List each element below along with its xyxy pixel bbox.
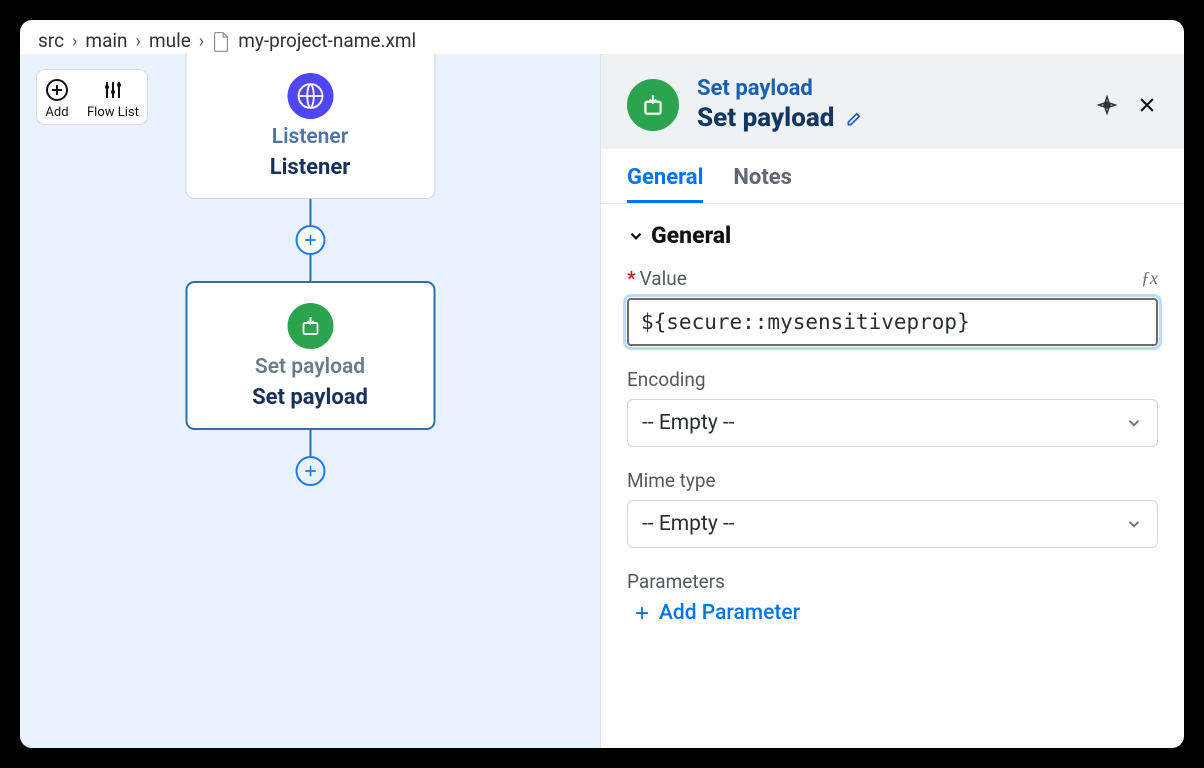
chevron-right-icon: › xyxy=(199,31,204,52)
xml-file-icon xyxy=(212,32,230,52)
chevron-down-icon xyxy=(627,227,645,245)
section-title: General xyxy=(651,222,731,249)
add-parameter-button[interactable]: Add Parameter xyxy=(627,601,1158,625)
breadcrumb-part[interactable]: mule xyxy=(149,29,191,52)
add-step-button[interactable] xyxy=(295,225,325,255)
panel-titles: Set payload Set payload xyxy=(697,76,1078,133)
breadcrumb-part[interactable]: src xyxy=(38,29,64,52)
listener-node[interactable]: Listener Listener xyxy=(185,53,435,199)
chevron-right-icon: › xyxy=(72,31,77,52)
chevron-right-icon: › xyxy=(136,31,141,52)
value-label: Value xyxy=(640,267,687,290)
encoding-field: Encoding -- Empty -- xyxy=(627,368,1158,447)
panel-body: General * Value ƒx Encoding -- Empty -- xyxy=(601,204,1184,649)
node-type: Set payload xyxy=(255,355,365,379)
add-button[interactable]: Add xyxy=(45,78,69,120)
panel-tabs: General Notes xyxy=(601,149,1184,204)
panel-name: Set payload xyxy=(697,103,834,133)
panel-type: Set payload xyxy=(697,76,1078,101)
properties-panel: Set payload Set payload General xyxy=(600,54,1184,748)
value-field: * Value ƒx xyxy=(627,267,1158,346)
mime-type-select[interactable]: -- Empty -- xyxy=(627,500,1158,548)
add-label: Add xyxy=(45,105,68,120)
add-step-button[interactable] xyxy=(295,456,325,486)
toolbar: Add Flow List xyxy=(36,69,148,125)
close-icon[interactable] xyxy=(1136,94,1158,116)
flow-canvas[interactable]: Add Flow List Listener Listener xyxy=(20,54,600,748)
required-indicator: * xyxy=(627,267,636,290)
encoding-select[interactable]: -- Empty -- xyxy=(627,399,1158,447)
tab-notes[interactable]: Notes xyxy=(733,159,792,203)
chevron-down-icon xyxy=(1125,515,1143,533)
encoding-label: Encoding xyxy=(627,368,706,391)
app-frame: src › main › mule › my-project-name.xml … xyxy=(20,20,1184,748)
breadcrumb: src › main › mule › my-project-name.xml xyxy=(20,20,1184,54)
parameters-field: Parameters Add Parameter xyxy=(627,570,1158,625)
connector xyxy=(309,199,311,225)
node-type: Listener xyxy=(272,125,349,149)
section-general[interactable]: General xyxy=(627,222,1158,249)
plus-icon xyxy=(633,604,651,622)
node-name: Set payload xyxy=(252,385,368,410)
connector xyxy=(309,430,311,456)
panel-icon xyxy=(627,79,679,131)
fx-icon[interactable]: ƒx xyxy=(1141,268,1158,289)
edit-name-icon[interactable] xyxy=(844,107,866,129)
mime-type-value: -- Empty -- xyxy=(642,512,735,536)
flow-column: Listener Listener Set payload Set payloa… xyxy=(183,54,438,486)
value-input[interactable] xyxy=(627,298,1158,346)
flow-list-label: Flow List xyxy=(87,105,139,120)
node-name: Listener xyxy=(270,155,351,180)
breadcrumb-part[interactable]: main xyxy=(85,29,127,52)
mime-type-field: Mime type -- Empty -- xyxy=(627,469,1158,548)
add-parameter-label: Add Parameter xyxy=(659,601,800,625)
panel-header: Set payload Set payload xyxy=(601,54,1184,149)
chevron-down-icon xyxy=(1125,414,1143,432)
locate-icon[interactable] xyxy=(1096,94,1118,116)
parameters-label: Parameters xyxy=(627,570,725,593)
main-content: Add Flow List Listener Listener xyxy=(20,54,1184,748)
listener-icon xyxy=(287,73,333,119)
tab-general[interactable]: General xyxy=(627,159,703,203)
flow-list-button[interactable]: Flow List xyxy=(87,78,139,120)
encoding-value: -- Empty -- xyxy=(642,411,735,435)
connector xyxy=(309,255,311,281)
set-payload-icon xyxy=(287,303,333,349)
mime-type-label: Mime type xyxy=(627,469,716,492)
breadcrumb-file[interactable]: my-project-name.xml xyxy=(238,29,416,52)
set-payload-node[interactable]: Set payload Set payload xyxy=(185,281,435,430)
